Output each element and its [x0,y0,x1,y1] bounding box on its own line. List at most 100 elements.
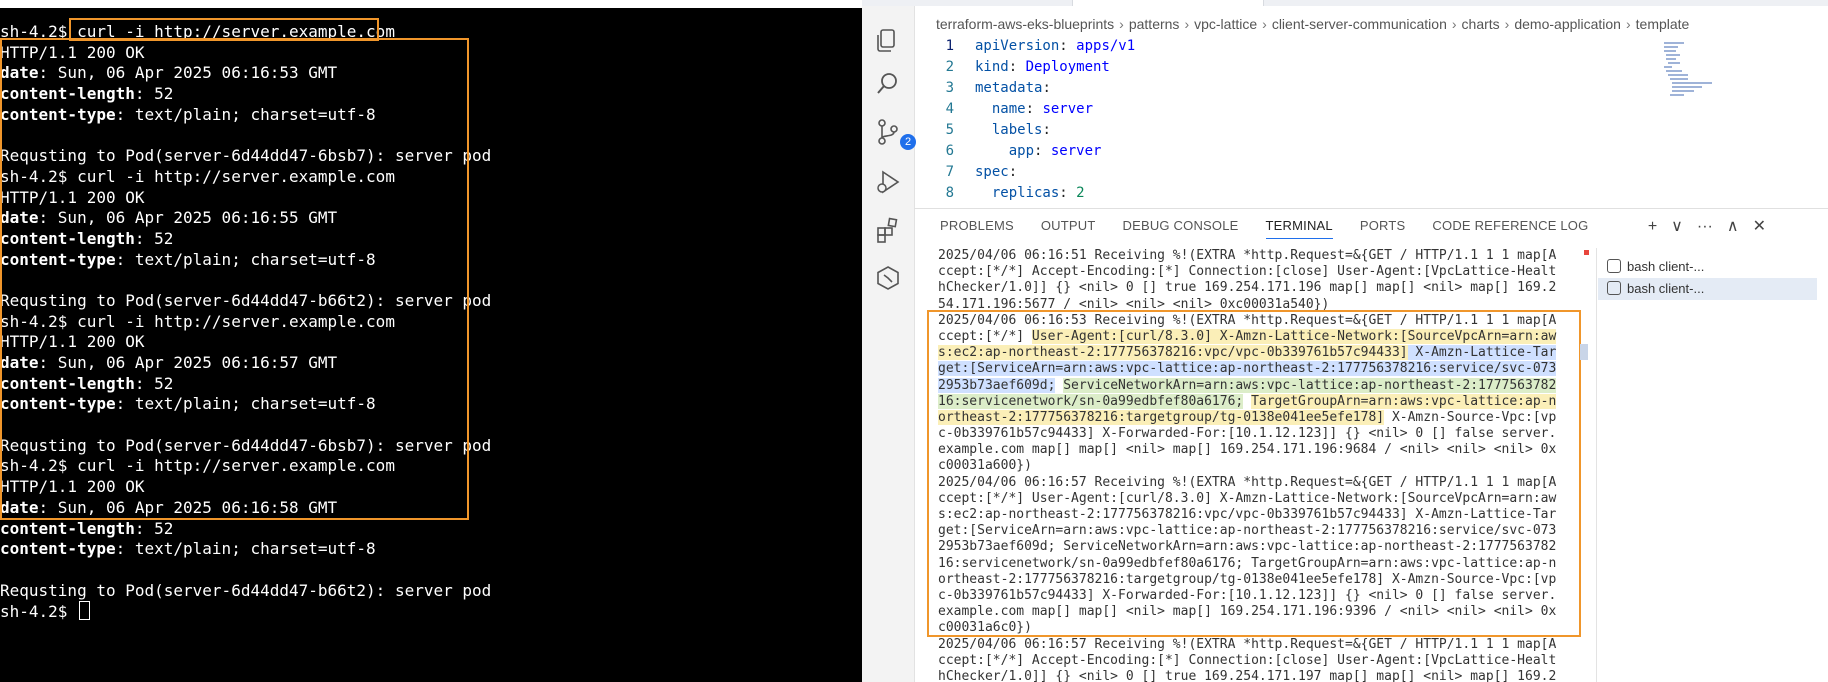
log-text: ortheast-2:177756378216:targetgroup/tg-0… [938,571,1557,587]
breadcrumb-item[interactable]: patterns [1129,16,1180,32]
terminal-instance-item[interactable]: bash client-... [1607,256,1704,278]
breadcrumb-item[interactable]: demo-application [1514,16,1621,32]
log-line: get:[ServiceArn=arn:aws:vpc-lattice:ap-n… [938,523,1556,539]
breadcrumb-item[interactable]: client-server-communication [1272,16,1447,32]
source-control-icon[interactable]: 2 [874,118,916,150]
line-number: 3 [945,80,954,96]
run-debug-icon[interactable] [874,168,902,196]
breadcrumb[interactable]: terraform-aws-eks-blueprints › patterns › vp… [936,16,1689,32]
vscode-window: 2 terraform-aws-eks-blueprints › patterns ›… [862,0,1828,682]
line-code: apiVersion: apps/v1 [975,36,1135,57]
activity-bar: 2 [862,6,916,682]
line-text: : Sun, 06 Apr 2025 06:16:58 GMT [38,497,338,517]
line-text: : text/plain; charset=utf-8 [115,394,376,414]
code-line[interactable]: 2 kind: Deployment [914,57,1654,78]
tab-problems[interactable]: PROBLEMS [940,218,1014,238]
line-text: : text/plain; charset=utf-8 [115,539,376,559]
code-token: spec [975,164,1009,180]
terminal-line: content-length: 52 [0,374,860,395]
breadcrumb-item[interactable]: charts [1462,16,1500,32]
log-line: ortheast-2:177756378216:targetgroup/tg-0… [938,409,1556,426]
log-line: s:ec2:ap-northeast-2:177756378216:vpc/vp… [938,507,1556,523]
search-icon[interactable] [874,70,902,98]
line-text: : 52 [134,518,174,538]
terminal-line: Requsting to Pod(server-6d44dd47-b66t2):… [0,581,860,602]
header-name: date [0,353,39,372]
tab-code-reference-log[interactable]: CODE REFERENCE LOG [1432,218,1588,238]
terminal-line: Requsting to Pod(server-6d44dd47-6bsb7):… [0,146,860,167]
code-token: app [1008,143,1035,159]
prompt-line[interactable]: sh-4.2$ [0,601,860,622]
terminal-instance-list: bash client-... bash client-... [1596,248,1828,682]
line-number: 6 [945,143,954,159]
breadcrumb-item[interactable]: terraform-aws-eks-blueprints [936,16,1114,32]
code-line[interactable]: 1 apiVersion: apps/v1 [914,36,1654,57]
code-token: : [1059,38,1077,54]
log-line: example.com map[] map[] <nil> map[] 169.… [938,442,1556,458]
breadcrumb-item[interactable]: vpc-lattice [1194,16,1257,32]
terminal-log-output[interactable]: 2025/04/06 06:16:51 Receiving %!(EXTRA *… [938,248,1557,682]
extensions-icon[interactable] [874,216,902,244]
tab-ports[interactable]: PORTS [1360,218,1406,238]
log-text: c-0b339761b57c94433] X-Forwarded-For:[10… [938,587,1557,603]
line-text: HTTP/1.1 200 OK [0,187,145,207]
line-text: : 52 [134,228,174,248]
shell-terminal[interactable]: sh-4.2$ curl -i http://server.example.co… [0,8,862,682]
code-line[interactable]: 3 metadata: [914,78,1654,99]
tab-output[interactable]: OUTPUT [1041,218,1096,238]
code-token: : [1025,101,1043,117]
log-line: c00031a600}) [938,458,1438,474]
terminal-line: HTTP/1.1 200 OK [0,43,860,64]
log-text: c00031a600}) [938,458,1032,474]
remote-explorer-icon[interactable] [874,264,902,292]
terminal-dropdown-icon[interactable]: ∨ [1671,218,1683,235]
log-text: ccept:[*/*] [938,328,1032,344]
log-text: User-Agent:[curl/8.3.0] X-Amzn-Lattice-N… [1031,328,1557,344]
editor-tab[interactable] [1072,0,1264,6]
close-panel-icon[interactable]: ✕ [1753,218,1766,235]
tab-debug-console[interactable]: DEBUG CONSOLE [1123,218,1239,238]
terminal-line: content-length: 52 [0,84,860,105]
terminal-line: Requsting to Pod(server-6d44dd47-b66t2):… [0,291,860,312]
terminal-instance-item[interactable]: bash client-... [1598,278,1817,300]
code-token: name [991,101,1026,117]
terminal-line: HTTP/1.1 200 OK [0,332,860,353]
tab-terminal[interactable]: TERMINAL [1265,218,1333,239]
code-token: : [1008,59,1026,75]
code-line[interactable]: 6 app: server [914,141,1654,162]
log-line: 16:servicenetwork/sn-0a99edbfef80a6176; … [938,556,1556,572]
more-actions-icon[interactable]: ··· [1697,218,1713,235]
line-text: sh-4.2$ curl -i http://server.example.co… [0,456,395,476]
line-number: 7 [945,164,954,180]
terminal-line: date: Sun, 06 Apr 2025 06:16:58 GMT [0,498,860,519]
maximize-panel-icon[interactable]: ∧ [1727,218,1739,235]
new-terminal-icon[interactable]: + [1648,218,1657,235]
log-text: 2025/04/06 06:16:53 Receiving %!(EXTRA *… [938,312,1557,328]
terminal-line: date: Sun, 06 Apr 2025 06:16:53 GMT [0,63,860,84]
line-number: 1 [945,38,954,54]
terminal-scrollbar[interactable] [1580,344,1588,360]
code-editor[interactable]: 1 apiVersion: apps/v1 2 kind: Deployment 3 me… [914,36,1828,208]
breadcrumb-item[interactable]: template [1636,16,1690,32]
panel-divider[interactable] [914,208,1828,209]
log-text: ccept:[*/*] Accept-Encoding:[*] Connecti… [938,264,1557,280]
code-token: : [1059,185,1077,201]
code-line[interactable]: 8 replicas: 2 [914,183,1654,204]
line-code: spec: [975,162,1017,183]
line-text: Requsting to Pod(server-6d44dd47-b66t2):… [0,580,492,600]
log-line: ccept:[*/*] Accept-Encoding:[*] Connecti… [938,264,1556,280]
code-line[interactable]: 4 name: server [914,99,1654,120]
minimap[interactable] [1664,40,1744,110]
log-line: hChecker/1.0]] {} <nil> 0 [] true 169.25… [938,280,1556,296]
code-token: replicas [991,185,1060,201]
code-line[interactable]: 5 labels: [914,120,1654,141]
scroll-marker [1584,250,1589,255]
log-text: 2025/04/06 06:16:57 Receiving %!(EXTRA *… [938,636,1557,652]
line-text: HTTP/1.1 200 OK [0,42,145,62]
explorer-icon[interactable] [874,26,902,54]
code-line[interactable]: 7 spec: [914,162,1654,183]
